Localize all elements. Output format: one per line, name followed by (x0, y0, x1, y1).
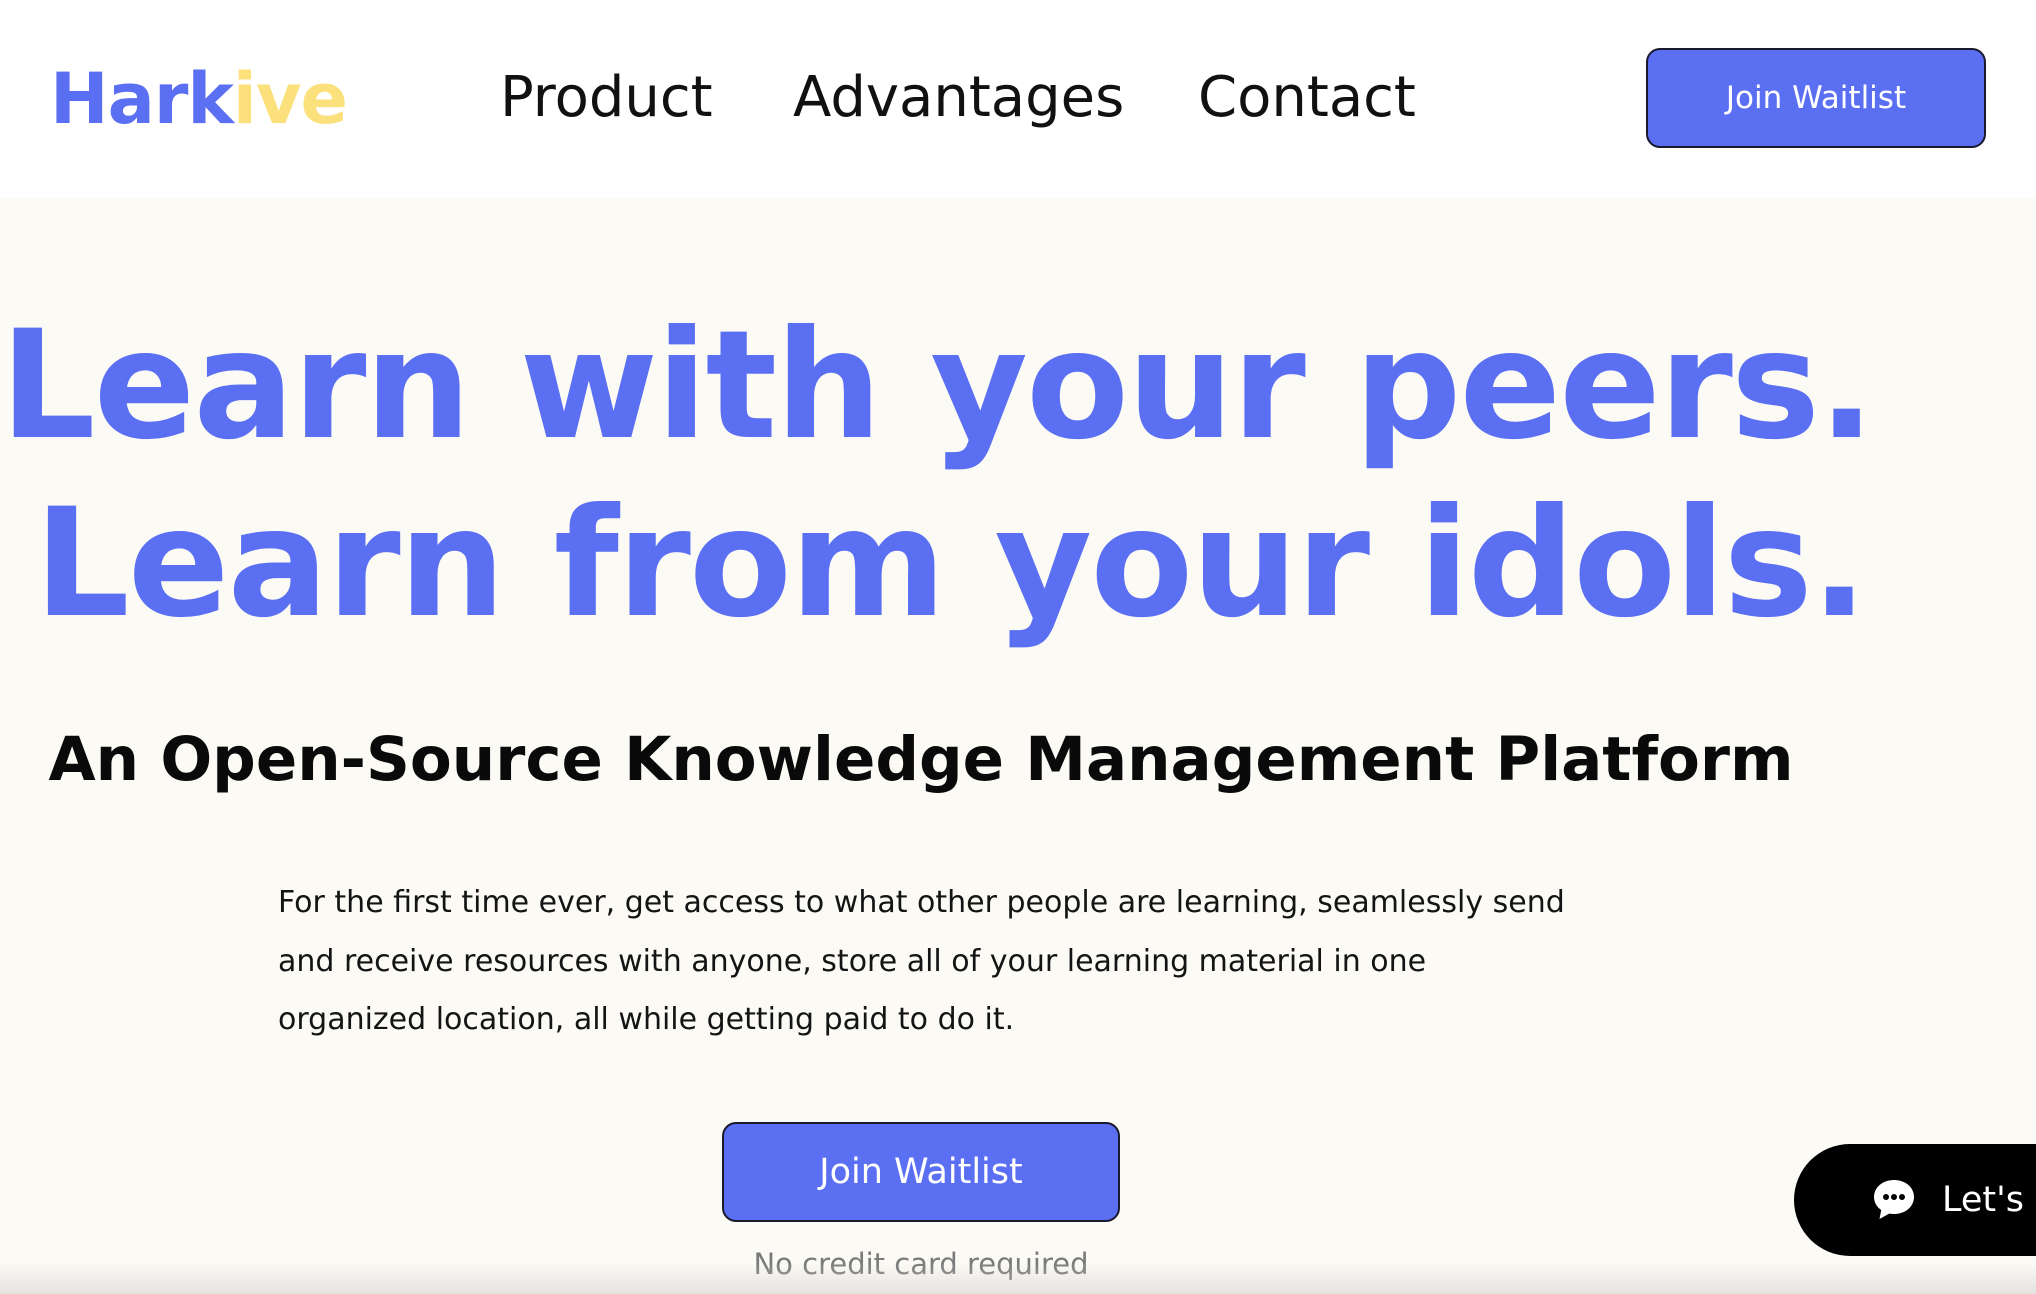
hero-headline-line-2: Learn from your idols. (34, 477, 1868, 651)
chat-widget-button[interactable]: Let's C (1794, 1144, 2036, 1256)
site-header: Harkive Product Advantages Contact Join … (0, 0, 2036, 198)
viewport-bottom-shadow (0, 1262, 2036, 1294)
hero-subheadline: An Open-Source Knowledge Management Plat… (48, 724, 1794, 795)
hero-description-line: organized location, all while getting pa… (278, 1002, 1015, 1037)
chat-widget-label: Let's C (1942, 1180, 2036, 1220)
header-join-waitlist-button[interactable]: Join Waitlist (1646, 48, 1986, 148)
hero-section: Learn with your peers. Learn from your i… (0, 198, 2036, 1294)
logo-text-primary: Hark (50, 58, 234, 140)
nav-link-contact[interactable]: Contact (1198, 58, 1416, 138)
logo[interactable]: Harkive (50, 54, 348, 144)
hero-description-line: For the first time ever, get access to w… (278, 885, 1565, 920)
hero-headline-line-1: Learn with your peers. (0, 299, 1875, 473)
nav-link-advantages[interactable]: Advantages (793, 58, 1124, 138)
hero-description: For the first time ever, get access to w… (278, 874, 1618, 1050)
hero-join-waitlist-button[interactable]: Join Waitlist (722, 1122, 1120, 1222)
chat-bubble-icon (1874, 1180, 1914, 1219)
landing-page: Harkive Product Advantages Contact Join … (0, 0, 2036, 1294)
nav-link-product[interactable]: Product (500, 58, 713, 138)
logo-text-accent: ive (232, 58, 348, 140)
hero-description-line: and receive resources with anyone, store… (278, 943, 1427, 979)
